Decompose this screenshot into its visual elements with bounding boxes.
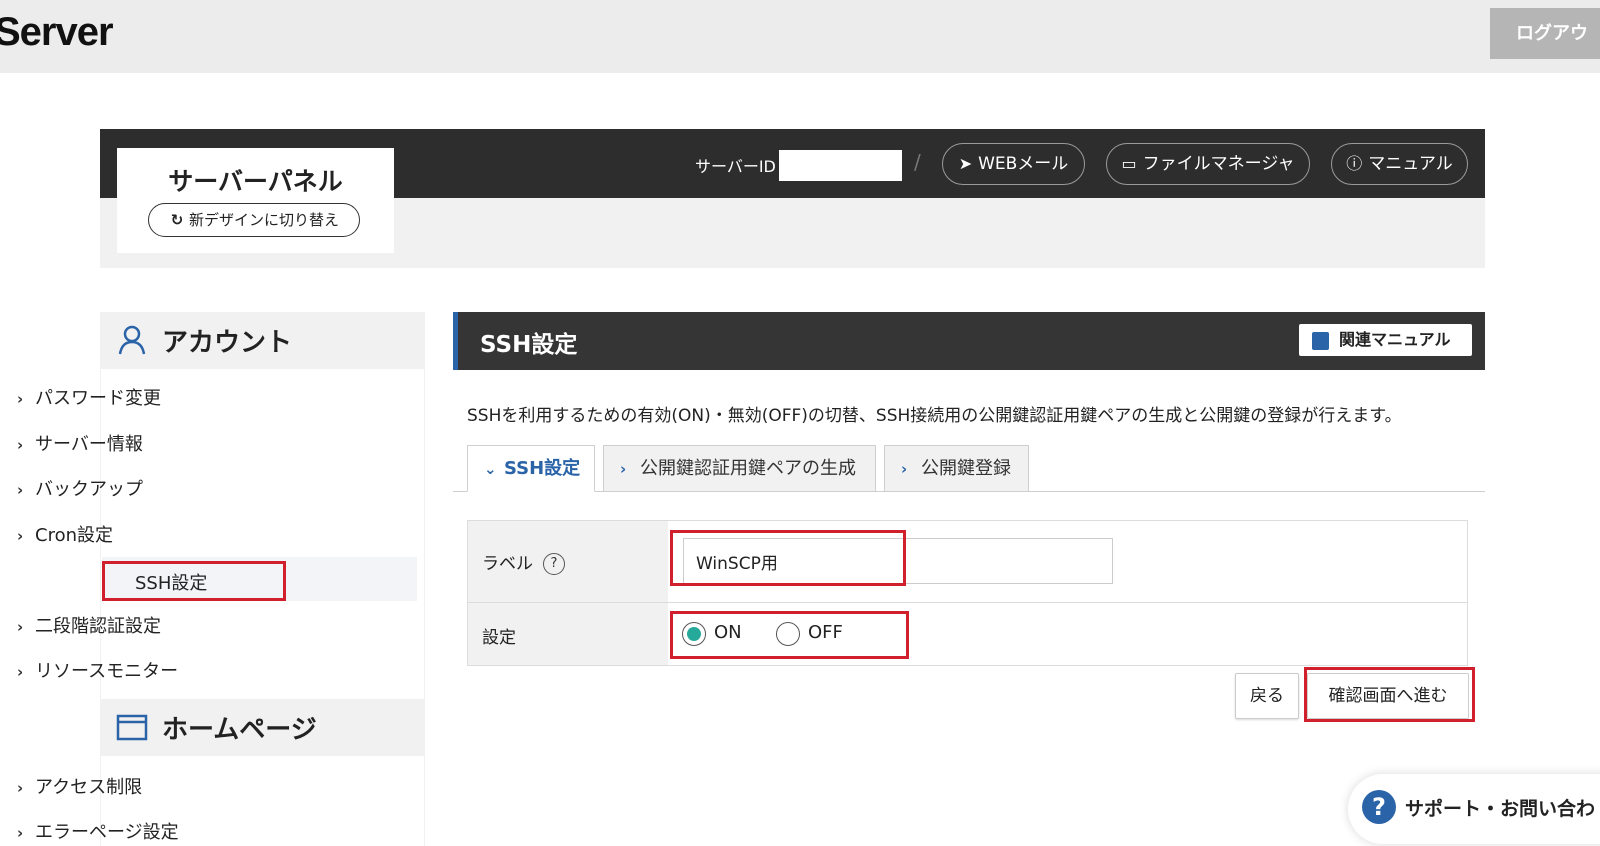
setting-label: 設定	[482, 628, 516, 648]
tab-key-pair-generation[interactable]: › 公開鍵認証用鍵ペアの生成	[603, 445, 876, 492]
sidebar-heading-account-label: アカウント	[162, 328, 293, 358]
question-icon: ?	[1362, 790, 1396, 824]
chevron-right-icon: ›	[17, 824, 24, 842]
chevron-right-icon: ›	[17, 527, 24, 545]
sidebar-item-cron[interactable]: › Cron設定	[17, 521, 113, 547]
support-label: サポート・お問い合わ	[1405, 798, 1596, 820]
design-switch-label: 新デザインに切り替え	[188, 211, 339, 229]
server-id-value	[779, 150, 902, 181]
brand-logo: Server	[0, 10, 114, 54]
back-button[interactable]: 戻る	[1235, 673, 1299, 719]
related-manual-button[interactable]: 関連マニュアル	[1299, 324, 1472, 356]
chevron-right-icon: ›	[620, 460, 627, 478]
file-manager-button[interactable]: ▭ ファイルマネージャ	[1106, 143, 1310, 185]
paper-plane-icon: ➤	[958, 154, 973, 173]
sidebar-item-server-info[interactable]: › サーバー情報	[17, 430, 143, 456]
sidebar-item-backup[interactable]: › バックアップ	[17, 475, 143, 501]
server-panel-box: サーバーパネル ↻ 新デザインに切り替え	[117, 148, 394, 253]
chevron-right-icon: ›	[17, 436, 24, 454]
ssh-settings-form: ラベル? 設定 ON OFF	[467, 520, 1468, 666]
design-switch-button[interactable]: ↻ 新デザインに切り替え	[148, 203, 360, 237]
folder-icon: ▭	[1121, 154, 1137, 173]
page-title: SSH設定	[480, 332, 578, 358]
chevron-right-icon: ›	[17, 390, 24, 408]
support-widget[interactable]: ? サポート・お問い合わ	[1348, 774, 1600, 844]
highlight-box-label-input	[670, 530, 906, 586]
webmail-button[interactable]: ➤ WEBメール	[942, 143, 1085, 185]
sidebar-heading-account: アカウント	[100, 312, 425, 369]
chevron-right-icon: ›	[17, 481, 24, 499]
chevron-down-icon: ⌄	[484, 460, 497, 478]
browser-window-icon	[116, 714, 148, 741]
panel-title: サーバーパネル	[168, 167, 343, 196]
file-manager-label: ファイルマネージャ	[1142, 154, 1295, 174]
highlight-box-radio	[670, 611, 909, 659]
page-description: SSHを利用するための有効(ON)・無効(OFF)の切替、SSH接続用の公開鍵認…	[467, 406, 1402, 426]
sidebar-account-list	[100, 369, 425, 699]
book-icon	[1312, 332, 1329, 350]
manual-button[interactable]: ⓘ マニュアル	[1331, 143, 1468, 185]
chevron-right-icon: ›	[17, 618, 24, 636]
tab-public-key-registration[interactable]: › 公開鍵登録	[884, 445, 1029, 492]
chevron-right-icon: ›	[17, 779, 24, 797]
sidebar-item-password[interactable]: › パスワード変更	[17, 384, 161, 410]
sidebar-item-access-restriction[interactable]: › アクセス制限	[17, 773, 142, 799]
sidebar-heading-homepage: ホームページ	[100, 699, 425, 756]
sidebar-heading-homepage-label: ホームページ	[162, 715, 317, 745]
form-row-divider	[468, 602, 1467, 603]
chevron-right-icon: ›	[901, 460, 908, 478]
question-circle-icon: ⓘ	[1346, 154, 1363, 173]
label-field-label: ラベル?	[482, 549, 565, 575]
main-title-bar: SSH設定 関連マニュアル	[453, 312, 1485, 370]
refresh-icon: ↻	[170, 211, 184, 229]
sidebar-item-error-page[interactable]: › エラーページ設定	[17, 818, 179, 844]
user-icon	[118, 325, 146, 355]
highlight-box-confirm	[1304, 667, 1475, 722]
top-bar: Server ログアウ	[0, 0, 1600, 73]
server-id-label: サーバーID	[695, 157, 776, 176]
help-icon[interactable]: ?	[543, 553, 565, 575]
logout-button[interactable]: ログアウ	[1490, 8, 1600, 59]
tab-ssh-settings[interactable]: ⌄ SSH設定	[467, 445, 595, 492]
webmail-label: WEBメール	[978, 154, 1069, 174]
sidebar-item-resource-monitor[interactable]: › リソースモニター	[17, 657, 178, 683]
highlight-box-sidebar-ssh	[102, 561, 286, 601]
related-manual-label: 関連マニュアル	[1339, 330, 1451, 349]
header-separator: /	[914, 150, 921, 174]
chevron-right-icon: ›	[17, 663, 24, 681]
sidebar-item-two-factor[interactable]: › 二段階認証設定	[17, 612, 161, 638]
manual-label: マニュアル	[1368, 154, 1453, 174]
